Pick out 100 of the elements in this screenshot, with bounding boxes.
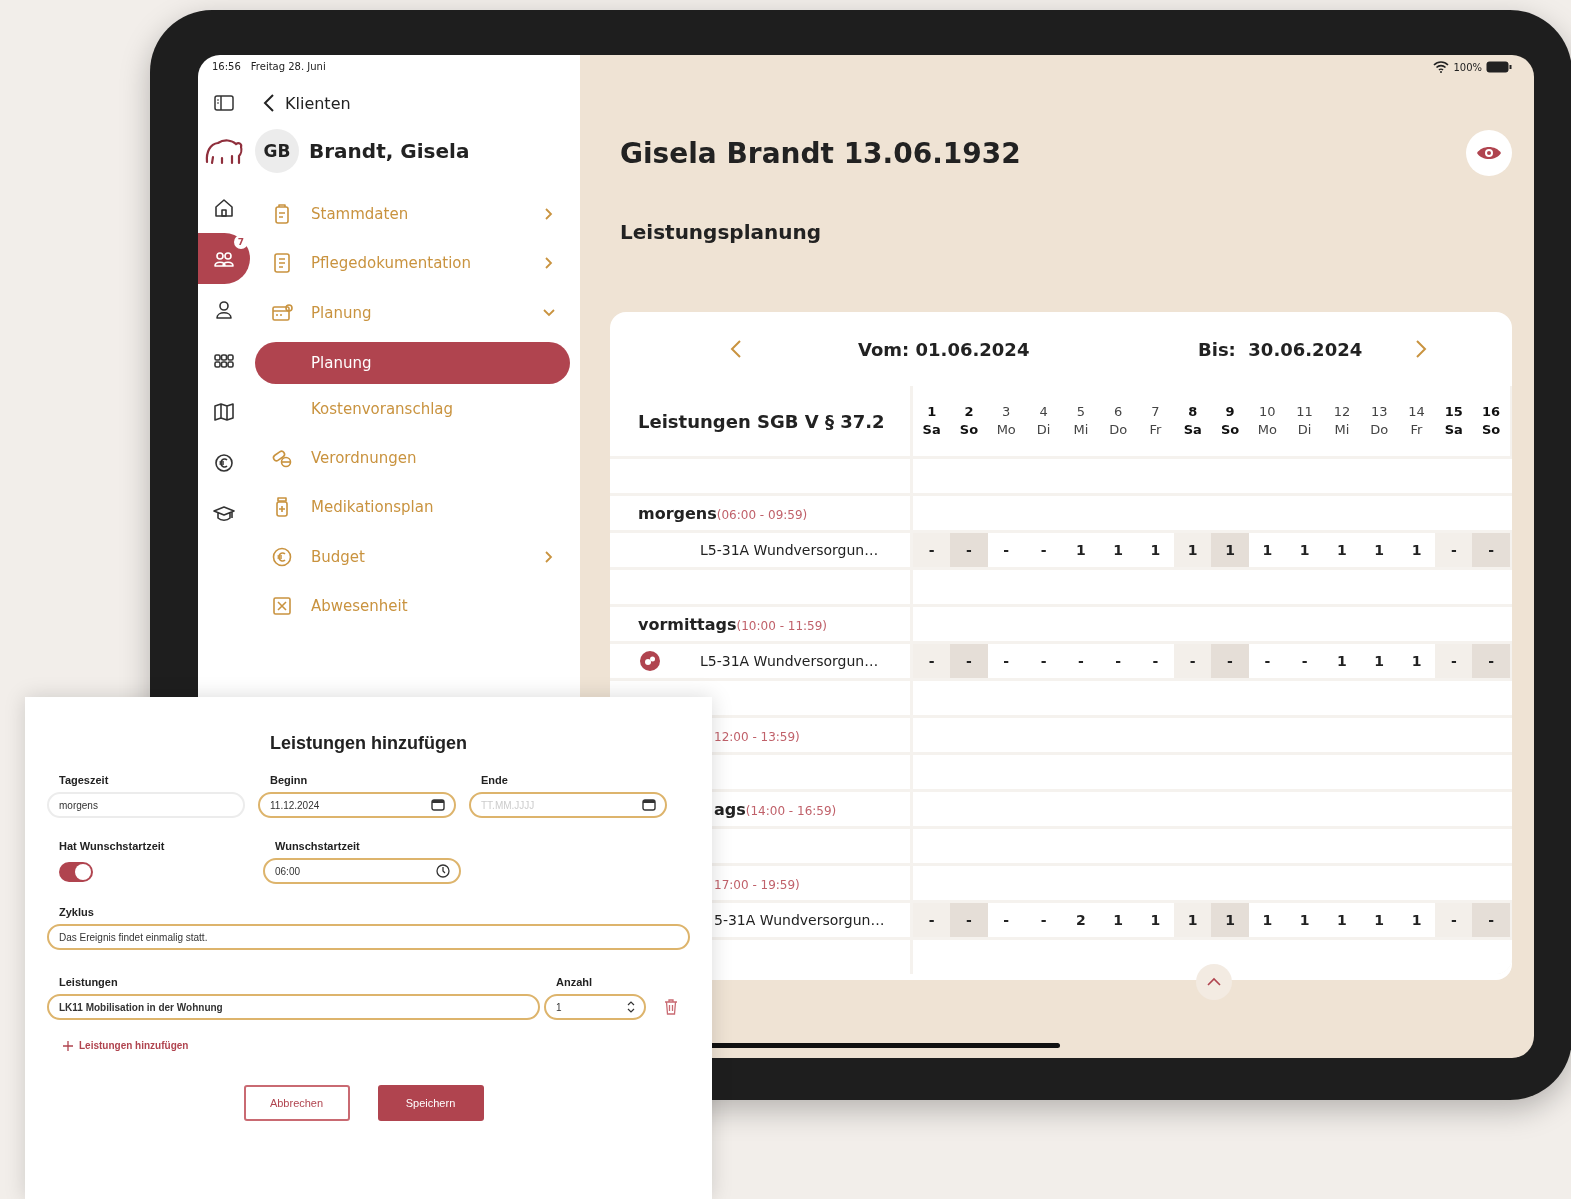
day-count-cell[interactable]: 1 — [1323, 533, 1361, 567]
day-count-cell[interactable]: 1 — [1323, 644, 1361, 678]
day-column-header: 13 Do — [1360, 386, 1398, 456]
day-count-cell[interactable]: - — [1248, 644, 1286, 678]
initials-avatar: GB — [255, 129, 299, 173]
day-count-cell[interactable]: 1 — [1323, 903, 1361, 937]
day-count-cell[interactable]: 1 — [1248, 903, 1286, 937]
day-count-cell[interactable]: - — [950, 644, 988, 678]
day-column-header: 12 Mi — [1323, 386, 1361, 456]
day-count-cell[interactable]: - — [1435, 644, 1473, 678]
day-count-cell[interactable]: - — [1211, 644, 1249, 678]
battery-icon — [1486, 61, 1512, 73]
day-count-cell[interactable]: 1 — [1360, 903, 1398, 937]
day-column-header: 3 Mo — [987, 386, 1025, 456]
day-count-cell[interactable]: 1 — [1174, 903, 1212, 937]
field-label: Wunschstartzeit — [274, 840, 361, 852]
day-count-cell[interactable]: - — [913, 533, 951, 567]
day-count-cell[interactable]: - — [1024, 903, 1063, 937]
day-count-cell[interactable]: 1 — [1136, 903, 1175, 937]
day-count-cell[interactable]: - — [1099, 644, 1137, 678]
stepper-arrows-icon — [627, 1001, 635, 1013]
day-count-cell[interactable]: 1 — [1397, 644, 1436, 678]
day-count-cell[interactable]: 1 — [1360, 644, 1398, 678]
day-count-cell[interactable]: 2 — [1062, 903, 1100, 937]
day-count-cell[interactable]: - — [1285, 644, 1324, 678]
toggle-switch[interactable] — [59, 862, 93, 882]
sidebar-toggle-icon[interactable] — [214, 95, 234, 111]
day-count-cell[interactable]: - — [913, 903, 951, 937]
battery-percent: 100% — [1453, 61, 1482, 73]
euro-icon — [271, 545, 293, 568]
calendar-icon — [431, 799, 445, 811]
clock-icon — [436, 864, 450, 878]
next-period-icon[interactable] — [1414, 339, 1429, 359]
day-count-cell[interactable]: - — [1136, 644, 1175, 678]
day-count-cell[interactable]: 1 — [1397, 533, 1436, 567]
day-count-cell[interactable]: - — [1174, 644, 1212, 678]
day-column-header: 2 So — [950, 386, 988, 456]
day-count-cell[interactable]: 1 — [1248, 533, 1286, 567]
calendar-icon — [271, 301, 293, 324]
plus-icon — [63, 1040, 73, 1051]
day-count-cell[interactable]: 1 — [1211, 903, 1249, 937]
xbox-icon — [271, 595, 293, 618]
period-end: Bis: 30.06.2024 — [1198, 338, 1363, 360]
cancel-button[interactable]: Abbrechen — [243, 1084, 350, 1121]
day-count-cell[interactable]: - — [950, 533, 988, 567]
input-field[interactable]: 06:00 — [263, 858, 461, 884]
day-count-cell[interactable]: 1 — [1360, 533, 1398, 567]
day-count-cell[interactable]: 1 — [1397, 903, 1436, 937]
previous-period-icon[interactable] — [729, 339, 743, 359]
day-count-cell[interactable]: 1 — [1211, 533, 1249, 567]
day-count-cell[interactable]: 1 — [1136, 533, 1175, 567]
status-date: Freitag 28. Juni — [250, 61, 326, 74]
day-column-header: 5 Mi — [1062, 386, 1100, 456]
trash-icon[interactable] — [664, 999, 678, 1015]
input-field[interactable]: LK11 Mobilisation in der Wohnung — [47, 994, 540, 1020]
time-slot-label: vormittags(10:00 - 11:59) — [638, 614, 828, 634]
day-count-cell[interactable]: - — [1435, 903, 1473, 937]
day-count-cell[interactable]: 1 — [1062, 533, 1100, 567]
rail-nav-item[interactable]: 7 — [198, 233, 250, 284]
add-service-link[interactable]: Leistungen hinzufügen — [63, 1040, 189, 1051]
day-column-header: 7 Fr — [1136, 386, 1175, 456]
time-slot-label: 17:00 - 19:59) — [714, 876, 800, 893]
back-link[interactable]: Klienten — [255, 93, 351, 113]
day-count-cell[interactable]: 1 — [1285, 903, 1324, 937]
input-field[interactable]: Das Ereignis findet einmalig statt. — [47, 924, 690, 950]
save-button[interactable]: Speichern — [377, 1084, 484, 1121]
day-column-header: 6 Do — [1099, 386, 1137, 456]
day-count-cell[interactable]: - — [987, 533, 1025, 567]
day-count-cell[interactable]: - — [950, 903, 988, 937]
client-name: Brandt, Gisela — [309, 139, 470, 163]
day-count-cell[interactable]: 1 — [1099, 533, 1137, 567]
page-title: Gisela Brandt 13.06.1932 — [620, 136, 1021, 170]
day-column-header: 1 Sa — [913, 386, 951, 456]
input-field[interactable]: 11.12.2024 — [258, 792, 456, 818]
day-count-cell[interactable]: - — [1435, 533, 1473, 567]
day-count-cell[interactable]: - — [987, 903, 1025, 937]
day-count-cell[interactable]: - — [1062, 644, 1100, 678]
submenu-item[interactable]: Planung — [255, 341, 570, 384]
time-slot-label: morgens(06:00 - 09:59) — [638, 503, 808, 523]
scroll-up-button[interactable] — [1196, 964, 1232, 1000]
day-count-cell[interactable]: 1 — [1285, 533, 1324, 567]
day-count-cell[interactable]: - — [1472, 533, 1510, 567]
day-column-header: 10 Mo — [1248, 386, 1286, 456]
day-column-header: 8 Sa — [1174, 386, 1212, 456]
day-count-cell[interactable]: - — [1472, 644, 1510, 678]
day-count-cell[interactable]: 1 — [1174, 533, 1212, 567]
day-count-cell[interactable]: - — [1472, 903, 1510, 937]
day-count-cell[interactable]: - — [1024, 644, 1063, 678]
bear-logo-icon — [204, 136, 244, 166]
day-count-cell[interactable]: 1 — [1099, 903, 1137, 937]
visibility-button[interactable] — [1466, 130, 1512, 176]
day-column-header: 9 So — [1211, 386, 1249, 456]
day-count-cell[interactable]: - — [1024, 533, 1063, 567]
field-label: Beginn — [269, 774, 309, 786]
field-label: Hat Wunschstartzeit — [58, 840, 166, 852]
eye-icon — [1476, 145, 1502, 161]
chevron-left-icon — [263, 93, 275, 113]
day-count-cell[interactable]: - — [987, 644, 1025, 678]
number-input[interactable]: 1 — [544, 994, 646, 1020]
day-count-cell[interactable]: - — [913, 644, 951, 678]
